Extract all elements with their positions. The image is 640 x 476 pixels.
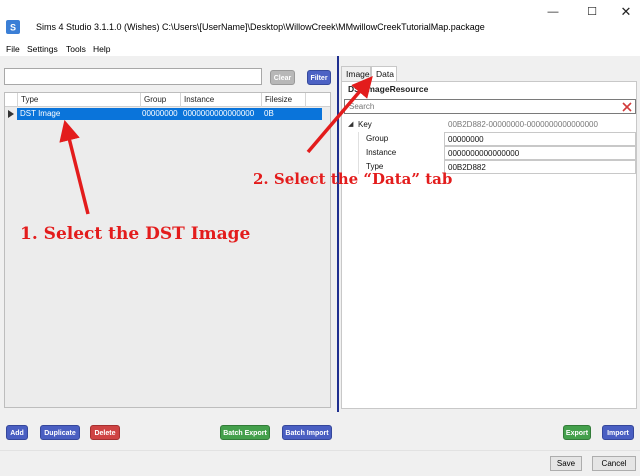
duplicate-button[interactable]: Duplicate <box>40 425 80 440</box>
clear-search-icon[interactable] <box>622 102 632 112</box>
save-button[interactable]: Save <box>550 456 582 471</box>
column-header-type[interactable]: Type <box>21 95 38 104</box>
property-value-type[interactable]: 00B2D882 <box>444 160 636 174</box>
column-header-instance[interactable]: Instance <box>184 95 214 104</box>
batch-import-button[interactable]: Batch Import <box>282 425 332 440</box>
property-value-key: 00B2D882-00000000-0000000000000000 <box>448 120 598 129</box>
filter-button[interactable]: Filter <box>307 70 331 85</box>
svg-text:S: S <box>10 23 16 33</box>
property-row-key[interactable]: ◢ Key 00B2D882-00000000-0000000000000000 <box>344 118 636 132</box>
cell-group: 00000000 <box>142 109 178 118</box>
resource-search-input[interactable] <box>4 68 262 85</box>
resource-type-title: DSTImageResource <box>348 84 429 94</box>
annotation-step-2: 2. Select the “Data” tab <box>253 170 453 188</box>
tree-guide-line <box>358 132 359 146</box>
add-button[interactable]: Add <box>6 425 28 440</box>
import-button[interactable]: Import <box>602 425 634 440</box>
column-separator <box>261 93 262 107</box>
property-label-instance: Instance <box>366 148 397 157</box>
clear-button[interactable]: Clear <box>270 70 295 85</box>
close-button[interactable]: ✕ <box>611 4 640 20</box>
property-label-key: Key <box>358 120 372 129</box>
menu-tools[interactable]: Tools <box>66 44 86 54</box>
row-pointer-icon <box>8 110 14 118</box>
table-row[interactable]: DST Image 00000000 0000000000000000 0B <box>5 108 330 120</box>
column-separator <box>180 93 181 107</box>
property-value-group[interactable]: 00000000 <box>444 132 636 146</box>
column-separator <box>305 93 306 107</box>
menu-settings[interactable]: Settings <box>27 44 58 54</box>
property-row-instance[interactable]: Instance 0000000000000000 <box>344 146 636 160</box>
batch-export-button[interactable]: Batch Export <box>220 425 270 440</box>
minimize-button[interactable]: — <box>538 4 568 20</box>
resource-detail-panel: Image Data DSTImageResource ◢ Key 00B2D8… <box>339 56 640 412</box>
property-row-group[interactable]: Group 00000000 <box>344 132 636 146</box>
resource-grid: Type Group Instance Filesize DST Image 0… <box>4 92 331 408</box>
column-header-filesize[interactable]: Filesize <box>265 95 292 104</box>
grid-header: Type Group Instance Filesize <box>5 93 330 107</box>
menu-help[interactable]: Help <box>93 44 110 54</box>
delete-button[interactable]: Delete <box>90 425 120 440</box>
data-tab-content: DSTImageResource ◢ Key 00B2D882-00000000… <box>341 81 637 409</box>
tab-image[interactable]: Image <box>341 66 371 81</box>
annotation-step-1: 1. Select the DST Image <box>20 224 251 244</box>
window-title: Sims 4 Studio 3.1.1.0 (Wishes) C:\Users\… <box>36 22 485 32</box>
property-value-instance[interactable]: 0000000000000000 <box>444 146 636 160</box>
tree-guide-line <box>358 146 359 160</box>
cell-instance: 0000000000000000 <box>183 109 255 118</box>
maximize-button[interactable]: ☐ <box>577 4 607 20</box>
property-label-group: Group <box>366 134 389 143</box>
column-separator <box>17 93 18 107</box>
tab-data[interactable]: Data <box>371 66 397 81</box>
bottom-toolbar: Add Duplicate Delete Batch Export Batch … <box>0 412 640 476</box>
column-header-group[interactable]: Group <box>144 95 166 104</box>
app-icon: S <box>6 20 20 34</box>
title-bar: S Sims 4 Studio 3.1.1.0 (Wishes) C:\User… <box>0 0 640 42</box>
menu-bar: File Settings Tools Help <box>0 42 640 56</box>
menu-file[interactable]: File <box>6 44 20 54</box>
property-search-input[interactable] <box>344 99 636 114</box>
cell-type: DST Image <box>20 109 61 118</box>
footer-divider <box>0 450 640 451</box>
column-separator <box>140 93 141 107</box>
collapse-triangle-icon[interactable]: ◢ <box>348 120 353 128</box>
cancel-button[interactable]: Cancel <box>592 456 636 471</box>
cell-filesize: 0B <box>264 109 274 118</box>
export-button[interactable]: Export <box>563 425 591 440</box>
